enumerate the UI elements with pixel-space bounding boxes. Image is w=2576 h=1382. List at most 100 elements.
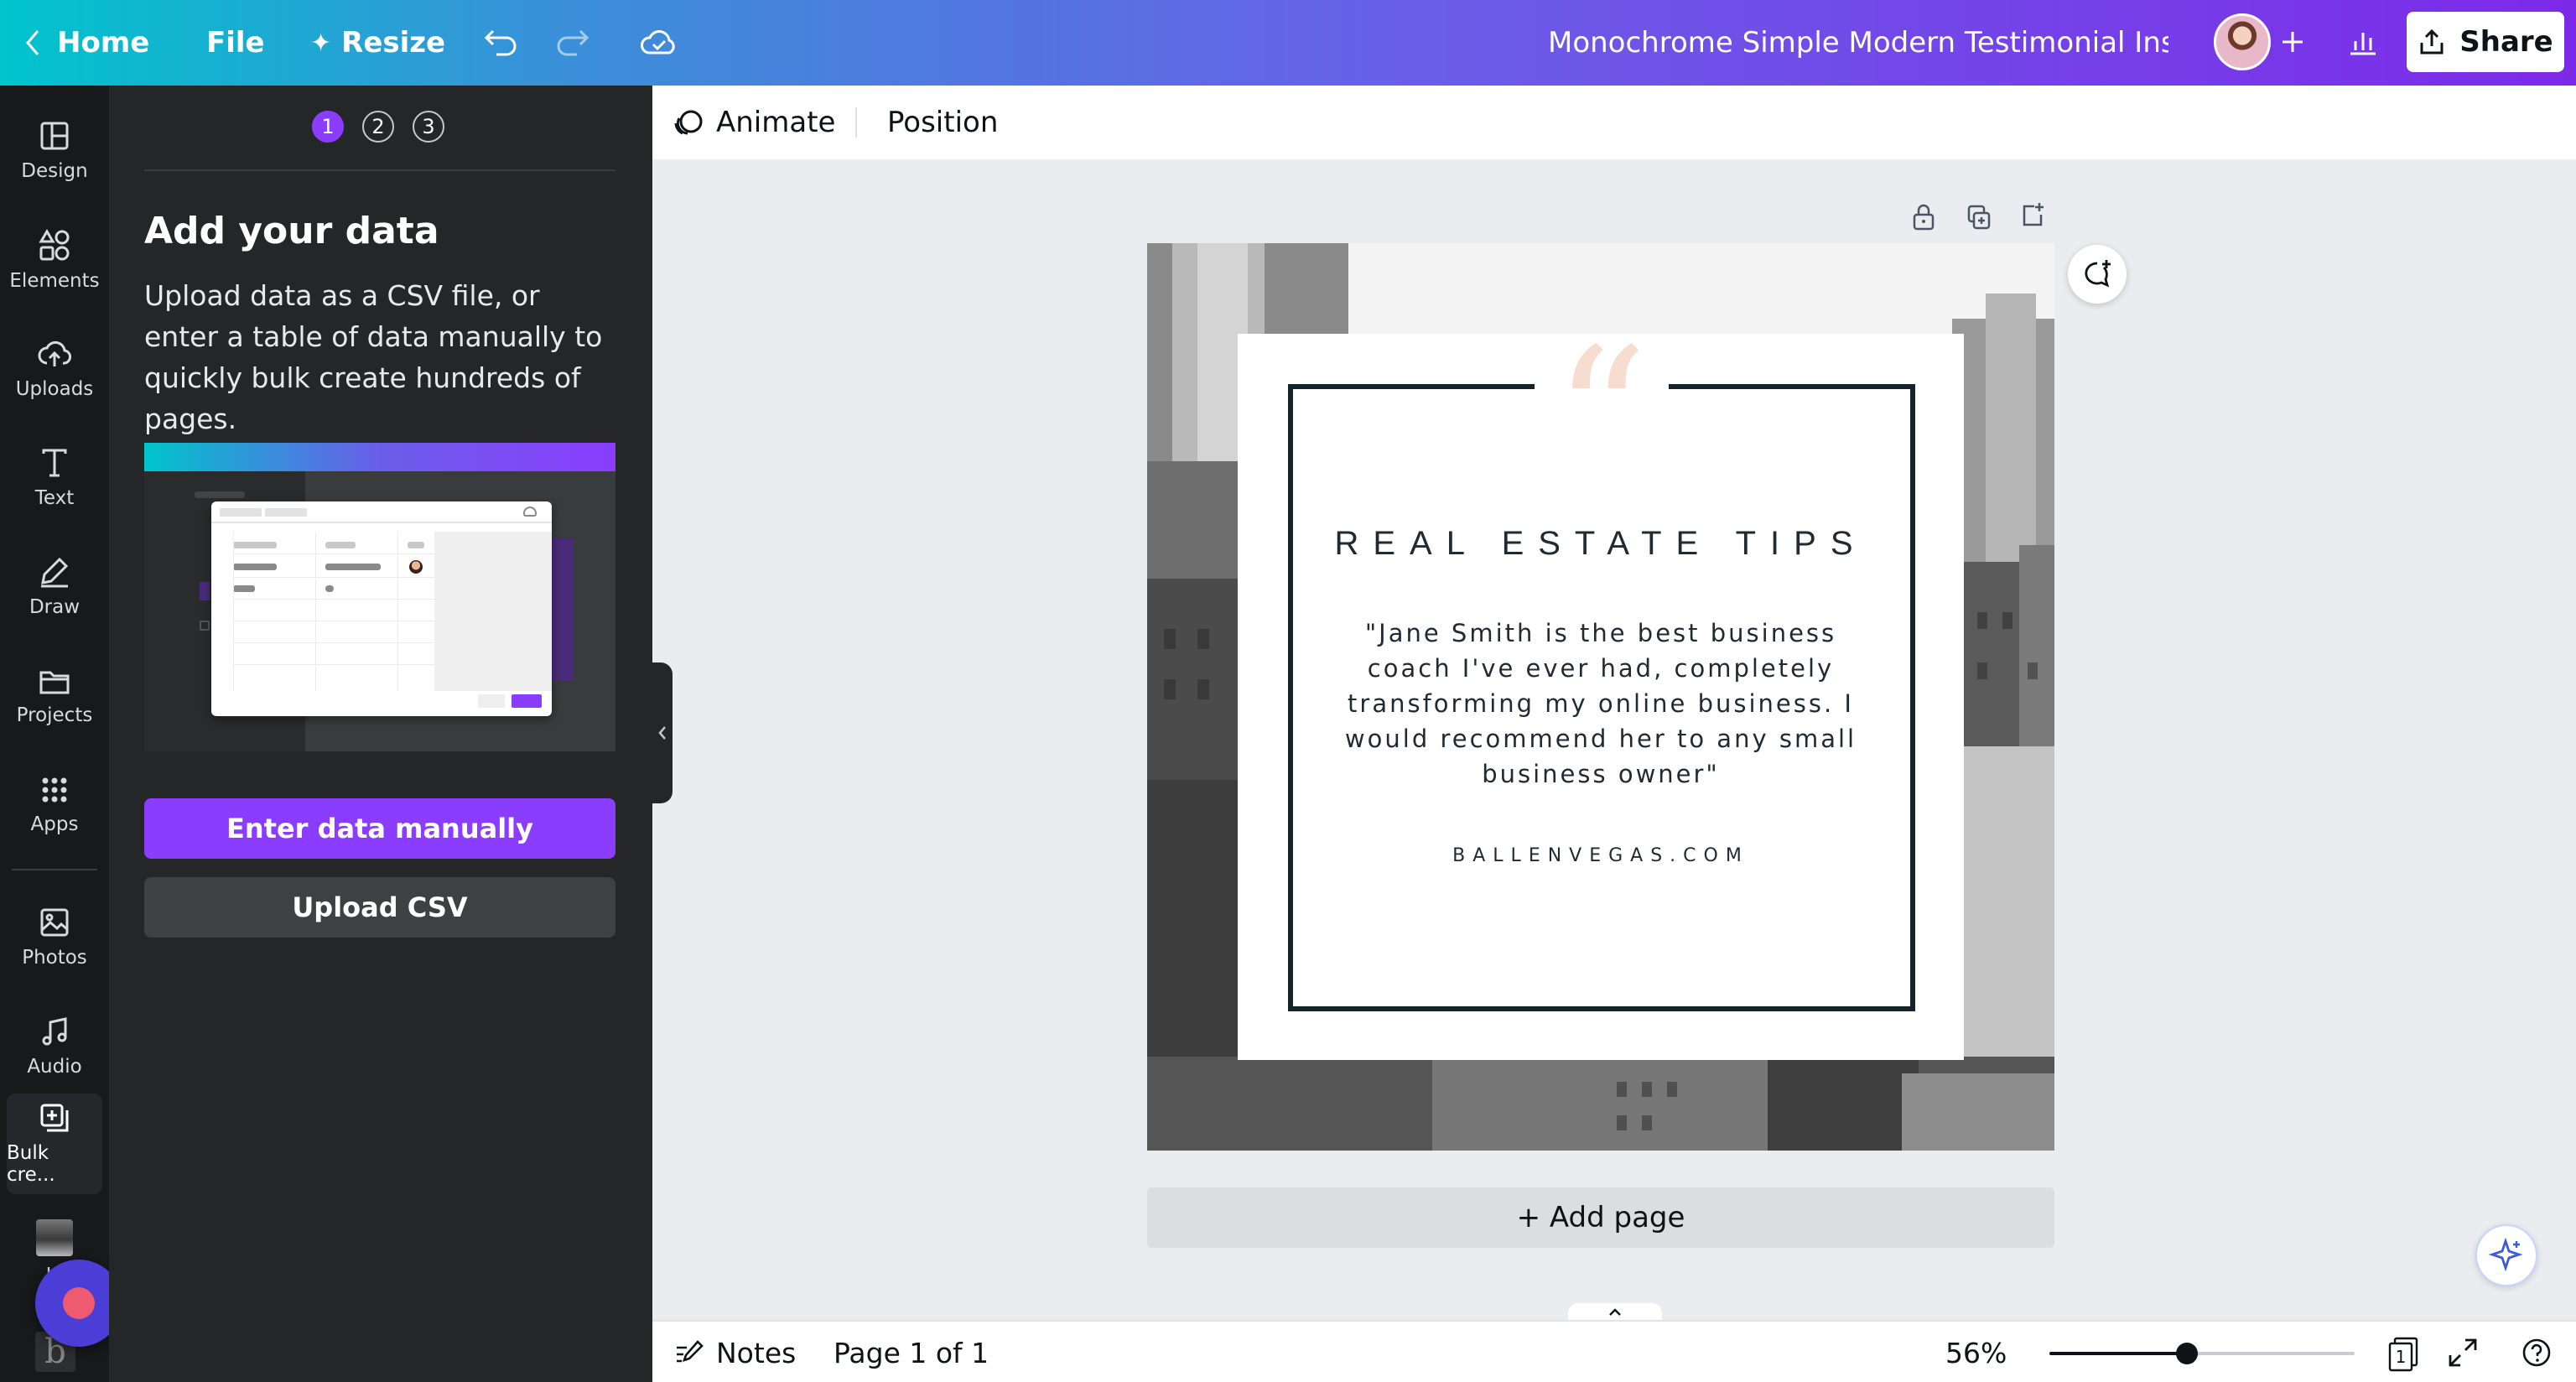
animate-icon xyxy=(674,110,703,135)
collapse-panel-handle[interactable] xyxy=(652,662,673,803)
cloud-check-icon xyxy=(641,30,675,55)
notes-label: Notes xyxy=(716,1336,797,1369)
duplicate-icon xyxy=(1967,205,1991,230)
bulk-create-illustration xyxy=(144,443,615,751)
rail-label-elements: Elements xyxy=(9,270,100,292)
step-3[interactable]: 3 xyxy=(413,111,444,143)
rail-item-text[interactable]: Text xyxy=(0,428,109,528)
insights-button[interactable] xyxy=(2336,15,2390,69)
resize-label: Resize xyxy=(341,26,446,60)
home-button[interactable]: Home xyxy=(23,0,149,86)
rail-item-projects[interactable]: Projects xyxy=(0,646,109,746)
enter-data-manually-button[interactable]: Enter data manually xyxy=(144,798,615,859)
rail-item-apps[interactable]: Apps xyxy=(0,755,109,855)
animate-label: Animate xyxy=(716,106,836,139)
page-grid-button[interactable]: 1 xyxy=(2386,1335,2423,1372)
shapes-icon xyxy=(39,229,70,261)
top-bar: Home File ✦ Resize Monochrome Simple Mod… xyxy=(0,0,2576,86)
design-page[interactable]: “ REAL ESTATE TIPS "Jane Smith is the be… xyxy=(1147,243,2054,1151)
lock-page-button[interactable] xyxy=(1910,203,1937,231)
lock-icon xyxy=(1913,204,1935,231)
magic-assistant-button[interactable] xyxy=(2475,1224,2537,1286)
zoom-slider[interactable] xyxy=(2049,1343,2355,1364)
comment-plus-icon xyxy=(2085,260,2111,288)
rail-item-uploads[interactable]: Uploads xyxy=(0,319,109,419)
file-menu[interactable]: File xyxy=(206,0,265,86)
help-icon xyxy=(2522,1338,2551,1367)
rail-item-photos[interactable]: Photos xyxy=(0,887,109,988)
document-title[interactable]: Monochrome Simple Modern Testimonial Ins… xyxy=(1548,0,2168,86)
rail-item-design[interactable]: Design xyxy=(0,101,109,201)
undo-icon xyxy=(484,29,517,56)
zoom-slider-handle[interactable] xyxy=(2176,1343,2198,1364)
grid-icon xyxy=(42,777,67,803)
music-icon xyxy=(42,1017,67,1046)
context-toolbar: Animate Position xyxy=(652,86,2576,159)
avatar[interactable] xyxy=(2214,13,2271,70)
add-page-button[interactable]: + Add page xyxy=(1147,1187,2054,1248)
rail-label-design: Design xyxy=(21,160,88,182)
share-button[interactable]: Share xyxy=(2407,12,2564,72)
animate-button[interactable]: Animate xyxy=(673,86,835,159)
add-page-icon-button[interactable] xyxy=(2019,201,2046,230)
panel-description: Upload data as a CSV file, or enter a ta… xyxy=(144,279,603,435)
image-icon xyxy=(40,908,69,937)
page-count-badge: 1 xyxy=(2395,1347,2407,1367)
layout-icon xyxy=(40,122,69,150)
notes-pencil-icon xyxy=(677,1340,704,1363)
cloud-sync-button[interactable] xyxy=(639,0,679,86)
file-label: File xyxy=(206,26,265,60)
share-label: Share xyxy=(2459,25,2553,59)
share-upload-icon xyxy=(2420,29,2444,55)
bar-chart-icon xyxy=(2350,33,2376,55)
bulk-create-icon xyxy=(40,1104,69,1132)
step-2[interactable]: 2 xyxy=(362,111,394,143)
rail-label-text: Text xyxy=(34,487,75,509)
zoom-percentage[interactable]: 56% xyxy=(1945,1322,2007,1382)
zoom-slider-fill xyxy=(2049,1352,2187,1355)
quote-mark[interactable]: “ xyxy=(1517,324,1685,508)
rail-divider xyxy=(12,869,97,870)
user-thumbnail xyxy=(36,1219,73,1256)
rail-label-projects: Projects xyxy=(16,704,93,726)
pen-icon xyxy=(41,557,69,588)
panel-heading: Add your data xyxy=(144,210,439,252)
folder-icon xyxy=(39,671,70,694)
upload-csv-button[interactable]: Upload CSV xyxy=(144,877,615,938)
rail-item-draw[interactable]: Draw xyxy=(0,537,109,637)
rail-label-photos: Photos xyxy=(22,947,87,969)
page-indicator[interactable]: Page 1 of 1 xyxy=(834,1322,989,1382)
add-page-icon xyxy=(2023,203,2044,226)
panel-divider xyxy=(144,169,615,171)
help-button[interactable] xyxy=(2521,1337,2553,1369)
plus-icon xyxy=(2283,32,2303,52)
testimonial-text[interactable]: "Jane Smith is the best business coach I… xyxy=(1342,616,1860,792)
bulk-create-panel: 1 2 3 Add your data Upload data as a CSV… xyxy=(109,86,652,1382)
side-rail: Design Elements Uploads Text Draw Projec… xyxy=(0,86,122,1382)
home-label: Home xyxy=(57,26,150,60)
position-button[interactable]: Position xyxy=(887,86,998,159)
expand-icon xyxy=(2449,1338,2477,1367)
fullscreen-button[interactable] xyxy=(2447,1337,2479,1369)
undo-button[interactable] xyxy=(483,0,520,86)
rail-label-bulk-create: Bulk cre... xyxy=(7,1142,55,1186)
design-title[interactable]: REAL ESTATE TIPS xyxy=(1290,525,1912,563)
redo-icon xyxy=(557,29,589,56)
redo-button[interactable] xyxy=(553,0,590,86)
resize-button[interactable]: ✦ Resize xyxy=(310,0,445,86)
add-collaborator-button[interactable] xyxy=(2266,15,2319,69)
show-pages-toggle[interactable] xyxy=(1568,1303,1662,1322)
rail-item-elements[interactable]: Elements xyxy=(0,210,109,310)
step-1[interactable]: 1 xyxy=(312,111,344,143)
website-text[interactable]: BALLENVEGAS.COM xyxy=(1290,845,1912,866)
add-comment-button[interactable] xyxy=(2068,245,2127,304)
notes-button[interactable]: Notes xyxy=(674,1322,796,1382)
rail-item-bulk-create[interactable]: Bulk cre... xyxy=(7,1094,102,1194)
text-icon xyxy=(42,449,67,477)
footer-bar: Notes Page 1 of 1 56% 1 xyxy=(652,1320,2576,1382)
duplicate-page-button[interactable] xyxy=(1966,203,1992,231)
sparkle-icon: ✦ xyxy=(310,28,332,58)
sparkle-icon xyxy=(2489,1238,2523,1272)
rail-item-audio[interactable]: Audio xyxy=(0,996,109,1097)
rail-label-draw: Draw xyxy=(29,596,80,618)
